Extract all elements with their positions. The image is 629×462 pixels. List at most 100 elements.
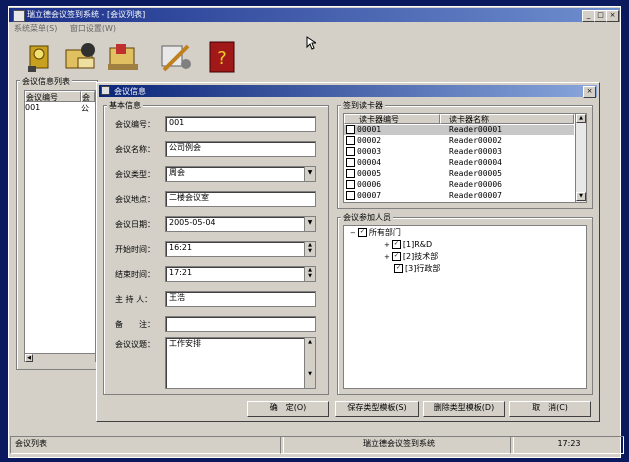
list-cell-no[interactable]: 001 (25, 103, 81, 113)
tree-expand-icon[interactable]: + (384, 253, 390, 261)
tree-node-root[interactable]: − ✓ 所有部门 (350, 228, 401, 238)
reader-row[interactable]: 00006 Reader00006 (344, 180, 574, 190)
reader-no: 00003 (357, 147, 382, 156)
attendee-tree[interactable]: − ✓ 所有部门 + ✓ [1]R&D + ✓ [2]技术部 ✓ [3]行政部 (343, 225, 587, 389)
meeting-type-select[interactable]: 周会 ▼ (165, 166, 316, 182)
spinner-icon[interactable]: ▲ ▼ (304, 267, 315, 281)
end-time-value: 17:21 (169, 268, 193, 277)
meeting-date-label: 会议日期： (115, 220, 155, 229)
checkbox-checked-icon[interactable]: ✓ (391, 252, 401, 261)
remarks-input[interactable] (165, 316, 316, 332)
tree-expand-icon[interactable]: + (384, 241, 390, 249)
reader-vscrollbar[interactable]: ▲ ▼ (575, 114, 586, 202)
reader-no: 00007 (357, 191, 382, 200)
checkbox-icon[interactable] (346, 147, 355, 156)
envelope-person-icon[interactable] (64, 40, 100, 74)
textarea-scrollbar[interactable]: ▲ ▼ (304, 338, 315, 388)
reader-table[interactable]: 读卡器编号 读卡器名称 00001 Reader00001 00002 Reader0… (343, 113, 587, 203)
meeting-date-picker[interactable]: 2005-05-04 ▼ (165, 216, 316, 232)
list-hscrollbar[interactable]: ◀ (25, 353, 95, 362)
tree-expand-icon[interactable]: − (350, 229, 356, 237)
menu-system[interactable]: 系统菜单(S) (14, 24, 57, 33)
reader-row[interactable]: 00001 Reader00001 (344, 125, 574, 135)
dialog-title: 会议信息 (114, 87, 146, 96)
chevron-down-icon[interactable]: ▼ (304, 217, 315, 231)
reader-no: 00002 (357, 136, 382, 145)
title-bar: 瑞立德会议签到系统 - [会议列表] _ □ × (9, 8, 620, 22)
list-panel-title: 会议信息列表 (20, 76, 72, 87)
list-header-no[interactable]: 会议编号 (25, 91, 81, 102)
reader-name: Reader00003 (449, 147, 502, 156)
dialog-icon (101, 86, 110, 95)
start-time-input[interactable]: 16:21 ▲ ▼ (165, 241, 316, 257)
reader-row[interactable]: 00002 Reader00002 (344, 136, 574, 146)
tree-node-label: [3]行政部 (405, 264, 441, 273)
checkbox-icon[interactable] (346, 158, 355, 167)
topics-textarea[interactable]: 工作安排 ▲ ▼ (165, 337, 316, 389)
envelope-tray-icon[interactable] (106, 40, 142, 74)
reader-name: Reader00002 (449, 136, 502, 145)
host-input[interactable]: 王浩 (165, 291, 316, 307)
tree-node-label: [2]技术部 (402, 252, 439, 261)
scroll-up-icon[interactable]: ▲ (576, 114, 586, 123)
status-time: 17:23 (510, 436, 624, 454)
meeting-no-label: 会议编号： (115, 120, 155, 129)
app-icon (13, 10, 25, 22)
meeting-no-input[interactable]: 001 (165, 116, 316, 132)
close-button[interactable]: × (606, 10, 619, 22)
save-template-button[interactable]: 保存类型模板(S) (335, 401, 419, 417)
tools-icon[interactable] (158, 40, 194, 74)
meeting-name-input[interactable]: 公司例会 (165, 141, 316, 157)
reader-row[interactable]: 00003 Reader00003 (344, 147, 574, 157)
checkbox-checked-icon[interactable]: ✓ (391, 240, 401, 249)
chevron-down-icon[interactable]: ▼ (304, 167, 315, 181)
scroll-left-icon[interactable]: ◀ (25, 354, 33, 362)
checkbox-checked-icon[interactable]: ✓ (357, 228, 367, 237)
window-title: 瑞立德会议签到系统 - [会议列表] (27, 10, 146, 19)
reader-no: 00005 (357, 169, 382, 178)
reader-group-title: 签到读卡器 (341, 100, 385, 111)
reader-header-name[interactable]: 读卡器名称 (440, 114, 574, 124)
meeting-name-label: 会议名称： (115, 145, 155, 154)
cancel-button[interactable]: 取 消(C) (509, 401, 591, 417)
reader-row[interactable]: 00004 Reader00004 (344, 158, 574, 168)
gear-cube-icon[interactable] (22, 40, 58, 74)
spinner-icon[interactable]: ▲ ▼ (304, 242, 315, 256)
checkbox-icon[interactable] (346, 191, 355, 200)
reader-no: 00006 (357, 180, 382, 189)
meeting-place-label: 会议地点： (115, 195, 155, 204)
reader-header-no[interactable]: 读卡器编号 (344, 114, 440, 124)
checkbox-icon[interactable] (346, 125, 355, 134)
checkbox-icon[interactable] (346, 180, 355, 189)
host-label: 主 持 人： (115, 295, 153, 304)
start-time-label: 开始时间： (115, 245, 155, 254)
end-time-input[interactable]: 17:21 ▲ ▼ (165, 266, 316, 282)
reader-name: Reader00006 (449, 180, 502, 189)
checkbox-icon[interactable] (346, 169, 355, 178)
start-time-value: 16:21 (169, 243, 193, 252)
meeting-type-label: 会议类型： (115, 170, 155, 179)
reader-row[interactable]: 00005 Reader00005 (344, 169, 574, 179)
delete-template-button[interactable]: 删除类型模板(D) (423, 401, 505, 417)
ok-button[interactable]: 确 定(O) (247, 401, 329, 417)
meeting-place-input[interactable]: 二楼会议室 (165, 191, 316, 207)
tree-node-rd[interactable]: + ✓ [1]R&D (384, 240, 432, 250)
tree-node-tech[interactable]: + ✓ [2]技术部 (384, 252, 438, 262)
mouse-cursor-icon (306, 36, 318, 50)
reader-no: 00004 (357, 158, 382, 167)
scroll-down-icon[interactable]: ▼ (576, 192, 586, 201)
list-cell-name[interactable]: 公 (81, 103, 95, 113)
reader-row[interactable]: 00007 Reader00007 (344, 191, 574, 201)
checkbox-checked-icon[interactable]: ✓ (394, 264, 403, 273)
dialog-close-icon[interactable]: × (583, 86, 596, 98)
help-book-icon[interactable]: ? (204, 40, 240, 74)
status-bar: 会议列表 瑞立德会议签到系统 17:23 (10, 436, 624, 454)
svg-text:?: ? (217, 48, 227, 69)
tree-node-admin[interactable]: ✓ [3]行政部 (392, 264, 440, 274)
list-header-name[interactable]: 会 (81, 91, 95, 102)
list-table[interactable]: 会议编号 会 001 公 ◀ (24, 90, 96, 362)
checkbox-icon[interactable] (346, 136, 355, 145)
topics-value: 工作安排 (169, 339, 201, 348)
menu-window[interactable]: 窗口设置(W) (70, 24, 116, 33)
basic-info-title: 基本信息 (107, 100, 143, 111)
